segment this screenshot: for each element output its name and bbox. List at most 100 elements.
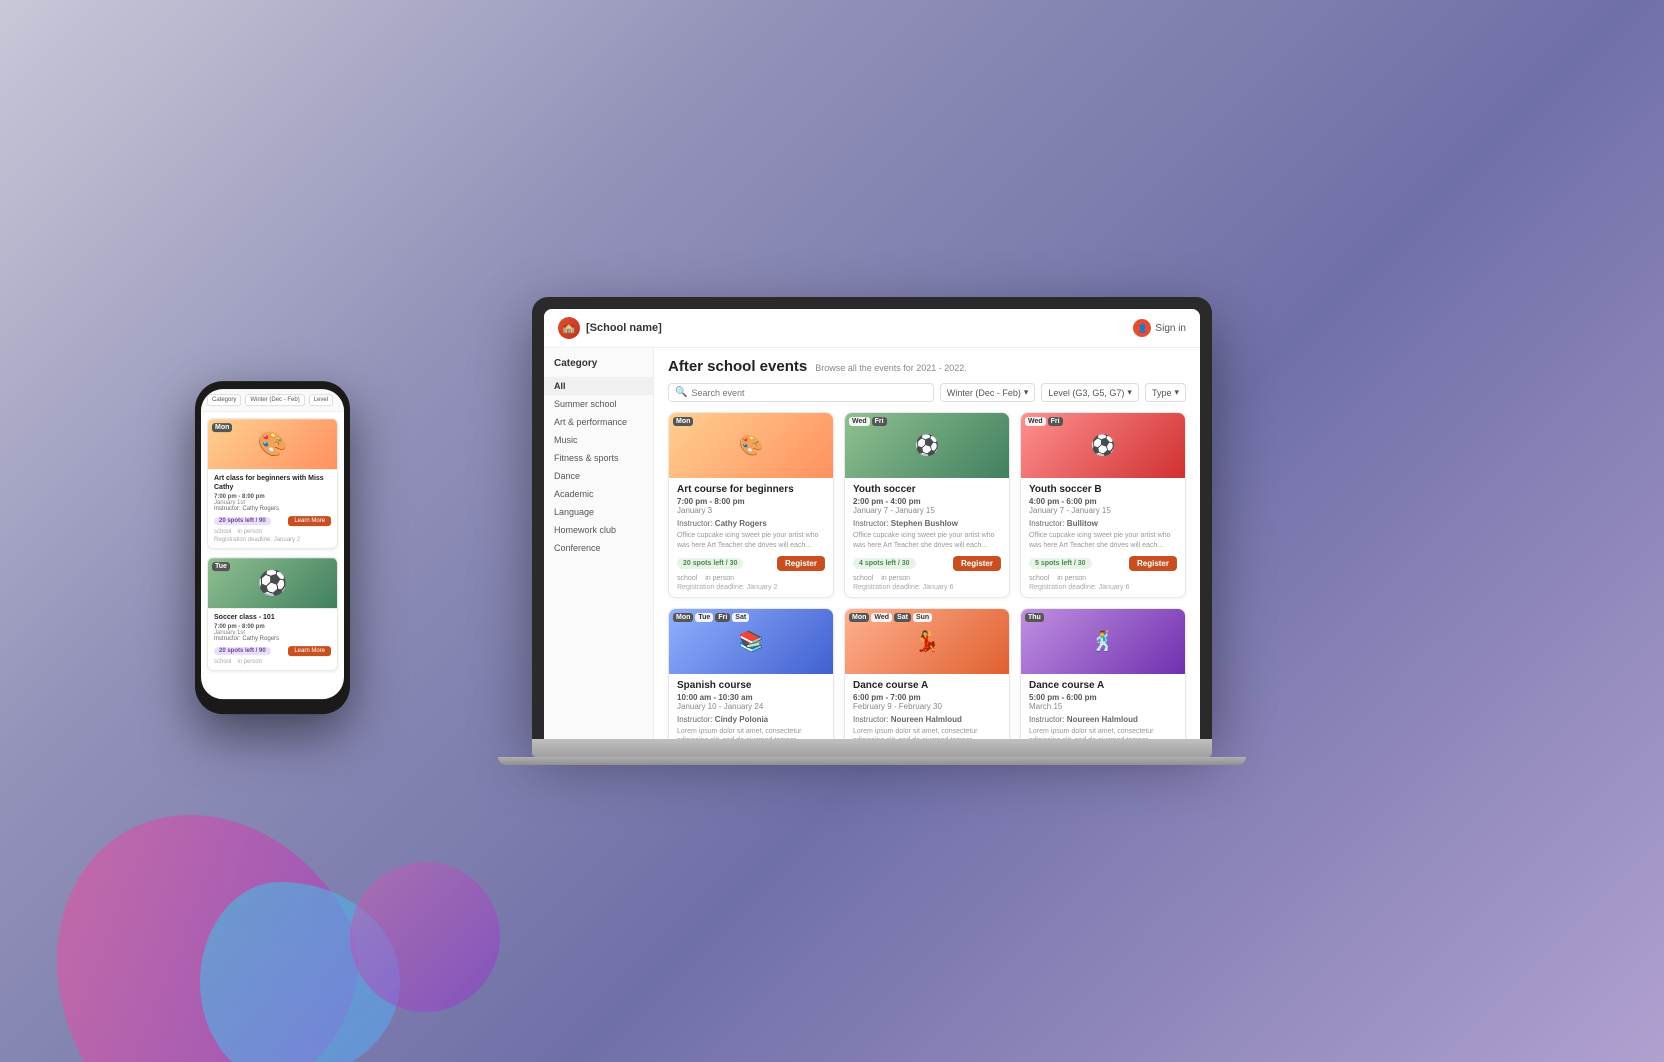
card-dance-a-title: Dance course A <box>853 680 1001 691</box>
sidebar-title: Category <box>544 358 653 377</box>
card-art-register-btn[interactable]: Register <box>777 556 825 571</box>
card-soccer-b-day-fri: Fri <box>1048 417 1063 426</box>
app-body: Category All Summer school Art & perform… <box>544 348 1200 739</box>
phone-card-art-learn-btn[interactable]: Learn More <box>288 516 331 526</box>
phone-day-badge-tue: Tue <box>212 562 230 571</box>
phone-card-soccer-meta: school in person <box>214 659 331 665</box>
card-dance-b-day-thu: Thu <box>1025 613 1044 622</box>
card-soccer-meta: school in person <box>853 575 1001 582</box>
card-youth-soccer-b: ⚽ Wed Fri Youth soccer B 4:00 pm - 6 <box>1020 412 1186 598</box>
search-box[interactable]: 🔍 <box>668 383 934 402</box>
card-soccer-register-btn[interactable]: Register <box>953 556 1001 571</box>
laptop-device: 🏫 [School name] 👤 Sign in Category <box>532 297 1212 765</box>
phone-category-filter[interactable]: Category <box>207 394 241 406</box>
card-dance-b: 🕺 Thu Dance course A 5:00 pm - 6:00 pm <box>1020 608 1186 739</box>
sidebar-item-summer[interactable]: Summer school <box>544 395 653 413</box>
card-soccer-footer: 4 spots left / 30 Register <box>853 556 1001 571</box>
card-soccer-days: Wed Fri <box>849 417 887 426</box>
laptop-screen-outer: 🏫 [School name] 👤 Sign in Category <box>532 297 1212 739</box>
card-dance-a-body: Dance course A 6:00 pm - 7:00 pm Februar… <box>845 674 1009 739</box>
card-soccer-title: Youth soccer <box>853 484 1001 495</box>
card-soccer-b-desc: Office cupcake icing sweet pie your arti… <box>1029 531 1177 551</box>
sidebar-item-academic[interactable]: Academic <box>544 485 653 503</box>
card-spanish-desc: Lorem ipsum dolor sit amet, consectetur … <box>677 727 825 739</box>
phone-card-soccer-learn-btn[interactable]: Learn More <box>288 646 331 656</box>
card-soccer-spots: 4 spots left / 30 <box>853 558 916 569</box>
phone-card-soccer-footer: 20 spots left / 90 Learn More <box>214 646 331 656</box>
card-dance-a-day-wed: Wed <box>871 613 892 622</box>
card-soccer-b-body: Youth soccer B 4:00 pm - 6:00 pm January… <box>1021 478 1185 597</box>
logo-icon: 🏫 <box>558 317 580 339</box>
card-art-inperson: in person <box>705 575 734 582</box>
card-dance-b-title: Dance course A <box>1029 680 1177 691</box>
card-art-day-mon: Mon <box>673 417 693 426</box>
card-soccer-b-register-btn[interactable]: Register <box>1129 556 1177 571</box>
sign-in-button[interactable]: 👤 Sign in <box>1133 319 1186 337</box>
card-art-course: 🎨 Mon Art course for beginners 7:00 pm -… <box>668 412 834 598</box>
phone-card-art-school: school <box>214 529 231 535</box>
phone-season-filter[interactable]: Winter (Dec - Feb) <box>245 394 304 406</box>
card-dance-b-time: 5:00 pm - 6:00 pm <box>1029 693 1177 702</box>
type-filter[interactable]: Type ▾ <box>1145 383 1186 402</box>
sidebar-item-homework[interactable]: Homework club <box>544 521 653 539</box>
phone-card-art-instructor: Instructor: Cathy Rogers <box>214 506 331 512</box>
card-soccer-body: Youth soccer 2:00 pm - 4:00 pm January 7… <box>845 478 1009 597</box>
phone-card-art-body: Art class for beginners with Miss Cathy … <box>208 469 337 548</box>
phone-card-art-footer: 20 spots left / 90 Learn More <box>214 516 331 526</box>
card-dance-a-days: Mon Wed Sat Sun <box>849 613 932 622</box>
phone-level-filter[interactable]: Level <box>309 394 333 406</box>
sidebar-item-dance[interactable]: Dance <box>544 467 653 485</box>
sidebar-item-fitness[interactable]: Fitness & sports <box>544 449 653 467</box>
card-soccer-dates: January 7 - January 15 <box>853 506 1001 515</box>
sidebar-item-music[interactable]: Music <box>544 431 653 449</box>
card-dance-b-body: Dance course A 5:00 pm - 6:00 pm March 1… <box>1021 674 1185 739</box>
phone-card-soccer-inperson: in person <box>237 659 262 665</box>
card-dance-a-instructor: Instructor: Noureen Halmloud <box>853 715 1001 724</box>
type-filter-label: Type <box>1152 388 1172 398</box>
card-spanish-dates: January 10 - January 24 <box>677 702 825 711</box>
card-spanish-title: Spanish course <box>677 680 825 691</box>
card-dance-a: 💃 Mon Wed Sat Sun <box>844 608 1010 739</box>
card-spanish-day-tue: Tue <box>695 613 713 622</box>
card-art-body: Art course for beginners 7:00 pm - 8:00 … <box>669 478 833 597</box>
card-soccer-b-instructor: Instructor: Bullitow <box>1029 519 1177 528</box>
card-dance-a-dates: February 9 - February 30 <box>853 702 1001 711</box>
card-dance-a-desc: Lorem ipsum dolor sit amet, consectetur … <box>853 727 1001 739</box>
filters-row: 🔍 Winter (Dec - Feb) ▾ Level (G3, G5, G7… <box>668 383 1186 402</box>
card-soccer-b-deadline: Registration deadline: January 6 <box>1029 584 1177 591</box>
card-youth-soccer: ⚽ Wed Fri Youth soccer 2:00 pm - 4:0 <box>844 412 1010 598</box>
card-dance-b-days: Thu <box>1025 613 1044 622</box>
sign-in-label: Sign in <box>1155 323 1186 334</box>
phone-card-art-meta: school in person <box>214 529 331 535</box>
card-soccer-b-spots: 5 spots left / 30 <box>1029 558 1092 569</box>
type-chevron-icon: ▾ <box>1174 387 1179 398</box>
level-filter[interactable]: Level (G3, G5, G7) ▾ <box>1041 383 1139 402</box>
phone-screen: Category Winter (Dec - Feb) Level 🎨 Mon <box>201 389 344 699</box>
sidebar-item-art[interactable]: Art & performance <box>544 413 653 431</box>
card-dance-a-time: 6:00 pm - 7:00 pm <box>853 693 1001 702</box>
season-filter[interactable]: Winter (Dec - Feb) ▾ <box>940 383 1036 402</box>
level-chevron-icon: ▾ <box>1127 387 1132 398</box>
card-dance-b-dates: March 15 <box>1029 702 1177 711</box>
laptop-base <box>532 739 1212 757</box>
phone-card-soccer-body: Soccer class - 101 7:00 pm - 8:00 pm Jan… <box>208 608 337 670</box>
card-art-spots: 20 spots left / 30 <box>677 558 743 569</box>
card-soccer-b-time: 4:00 pm - 6:00 pm <box>1029 497 1177 506</box>
page-title-row: After school events Browse all the event… <box>668 358 1186 375</box>
phone-card-art-spots: 20 spots left / 90 <box>214 517 271 525</box>
card-dance-b-image: 🕺 Thu <box>1021 609 1185 674</box>
phone-card-soccer-spots: 20 spots left / 90 <box>214 647 271 655</box>
phone-card-art: 🎨 Mon Art class for beginners with Miss … <box>207 418 338 549</box>
card-soccer-instructor: Instructor: Stephen Bushlow <box>853 519 1001 528</box>
phone-card-art-image: 🎨 Mon <box>208 419 337 469</box>
season-chevron-icon: ▾ <box>1024 387 1029 398</box>
sidebar-item-conference[interactable]: Conference <box>544 539 653 557</box>
search-input[interactable] <box>691 388 926 398</box>
sidebar-item-all[interactable]: All <box>544 377 653 395</box>
sidebar-item-language[interactable]: Language <box>544 503 653 521</box>
card-soccer-day-wed: Wed <box>849 417 870 426</box>
card-spanish-time: 10:00 am - 10:30 am <box>677 693 825 702</box>
card-art-instructor: Instructor: Cathy Rogers <box>677 519 825 528</box>
card-art-school: school <box>677 575 697 582</box>
card-art-footer: 20 spots left / 30 Register <box>677 556 825 571</box>
